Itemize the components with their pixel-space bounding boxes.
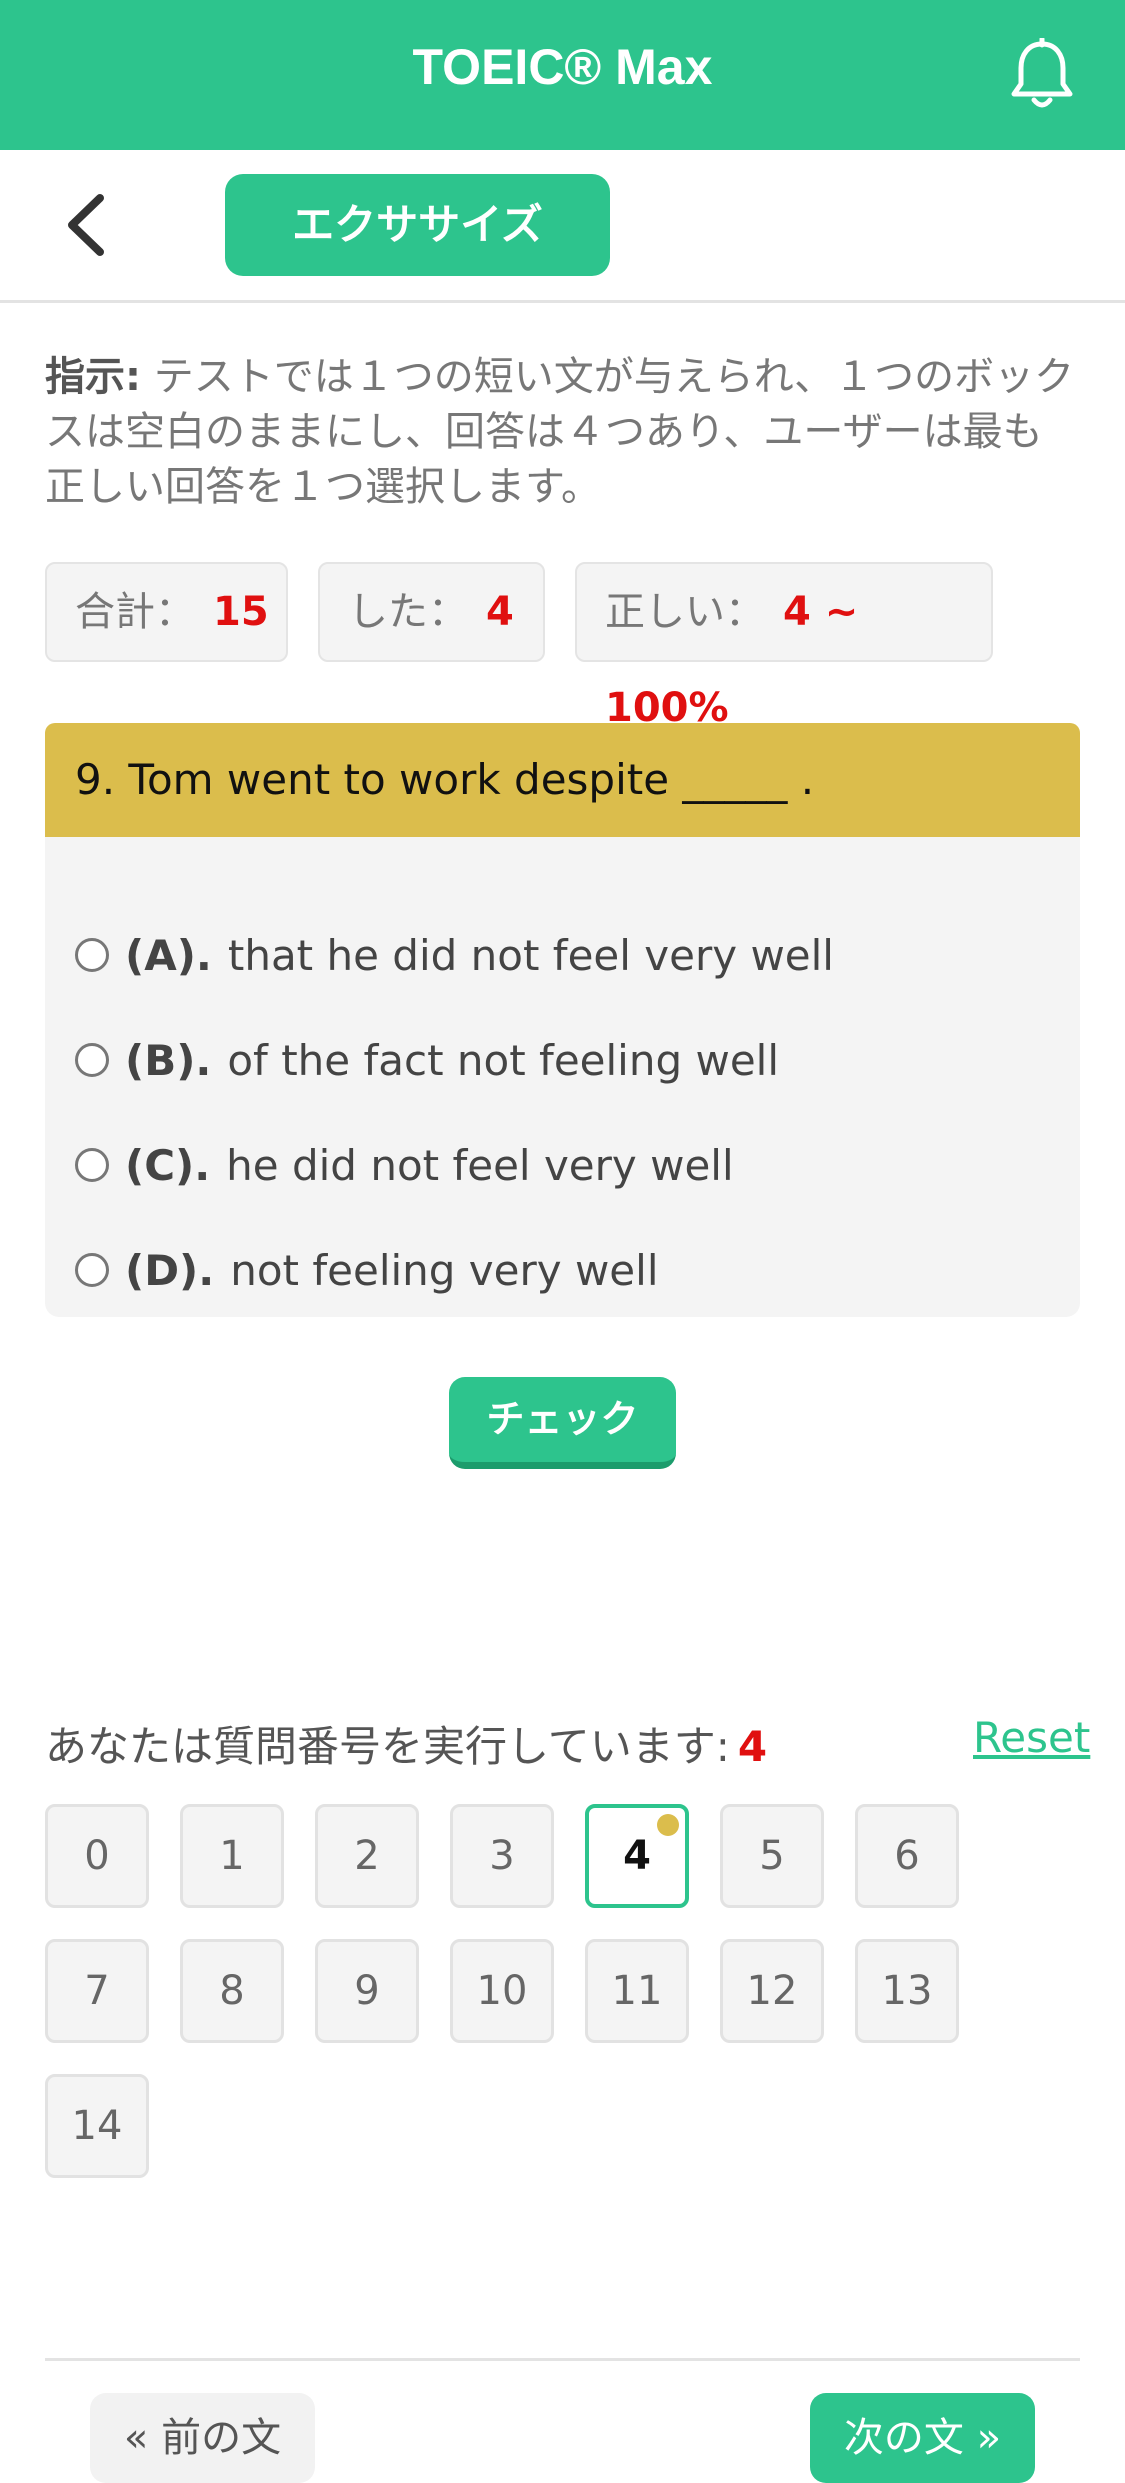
header-divider (0, 300, 1125, 303)
option-letter: (D). (125, 1245, 215, 1295)
stat-done-label: した： (348, 589, 468, 635)
question-number-8[interactable]: 8 (180, 1939, 284, 2043)
option-a[interactable]: (A). that he did not feel very well (75, 920, 834, 990)
question-number-0[interactable]: 0 (45, 1804, 149, 1908)
stat-total: 合計： 15 (45, 562, 288, 662)
option-letter: (A). (125, 930, 212, 980)
radio-button[interactable] (75, 1253, 109, 1287)
radio-button[interactable] (75, 1043, 109, 1077)
instruction-text: 指示: テストでは１つの短い文が与えられ、１つのボックスは空白のままにし、回答は… (45, 350, 1080, 515)
answer-options: (A). that he did not feel very well (B).… (45, 837, 1080, 1317)
bottom-divider (45, 2358, 1080, 2361)
question-number-5[interactable]: 5 (720, 1804, 824, 1908)
instruction-body: テストでは１つの短い文が与えられ、１つのボックスは空白のままにし、回答は４つあり… (45, 354, 1075, 510)
stat-correct-label: 正しい： (605, 589, 765, 635)
question-number-13[interactable]: 13 (855, 1939, 959, 2043)
question-number-11[interactable]: 11 (585, 1939, 689, 2043)
stat-correct: 正しい： 4 ~ 100% (575, 562, 993, 731)
question-number-3[interactable]: 3 (450, 1804, 554, 1908)
question-number-2[interactable]: 2 (315, 1804, 419, 1908)
option-d[interactable]: (D). not feeling very well (75, 1235, 658, 1305)
option-letter: (C). (125, 1140, 211, 1190)
radio-button[interactable] (75, 1148, 109, 1182)
radio-button[interactable] (75, 938, 109, 972)
option-text: that he did not feel very well (227, 930, 834, 980)
option-b[interactable]: (B). of the fact not feeling well (75, 1025, 779, 1095)
current-question-number: 4 (737, 1722, 768, 1771)
question-text: 9. Tom went to work despite _____ . (45, 723, 1080, 837)
option-text: he did not feel very well (226, 1140, 734, 1190)
question-number-4-current[interactable]: 4 (585, 1804, 689, 1908)
option-text: of the fact not feeling well (227, 1035, 779, 1085)
chevron-left-icon[interactable] (62, 192, 114, 258)
previous-sentence-button[interactable]: « 前の文 (90, 2393, 315, 2483)
question-number-14[interactable]: 14 (45, 2074, 149, 2178)
question-number-7[interactable]: 7 (45, 1939, 149, 2043)
progress-label-text: あなたは質問番号を実行しています: (45, 1722, 730, 1771)
question-number-6[interactable]: 6 (855, 1804, 959, 1908)
exercise-tab-button[interactable]: エクササイズ (225, 174, 610, 276)
instruction-label: 指示: (45, 354, 141, 400)
option-text: not feeling very well (230, 1245, 659, 1295)
app-title: TOEIC® Max (412, 39, 713, 95)
question-number-10[interactable]: 10 (450, 1939, 554, 2043)
stat-total-label: 合計： (75, 589, 195, 635)
question-number-9[interactable]: 9 (315, 1939, 419, 2043)
next-sentence-button[interactable]: 次の文 » (810, 2393, 1035, 2483)
top-app-bar: TOEIC® Max (0, 0, 1125, 150)
question-number-12[interactable]: 12 (720, 1939, 824, 2043)
stat-done: した： 4 (318, 562, 545, 662)
check-button[interactable]: チェック (449, 1377, 676, 1469)
progress-label: あなたは質問番号を実行しています: 4 (45, 1713, 767, 1774)
question-number-1[interactable]: 1 (180, 1804, 284, 1908)
current-indicator-dot (657, 1814, 679, 1836)
bell-icon[interactable] (1008, 38, 1076, 112)
reset-link[interactable]: Reset (973, 1713, 1090, 1762)
question-number-label: 4 (623, 1833, 651, 1879)
option-c[interactable]: (C). he did not feel very well (75, 1130, 734, 1200)
stat-total-value: 15 (213, 589, 269, 635)
option-letter: (B). (125, 1035, 212, 1085)
stat-done-value: 4 (486, 589, 514, 635)
